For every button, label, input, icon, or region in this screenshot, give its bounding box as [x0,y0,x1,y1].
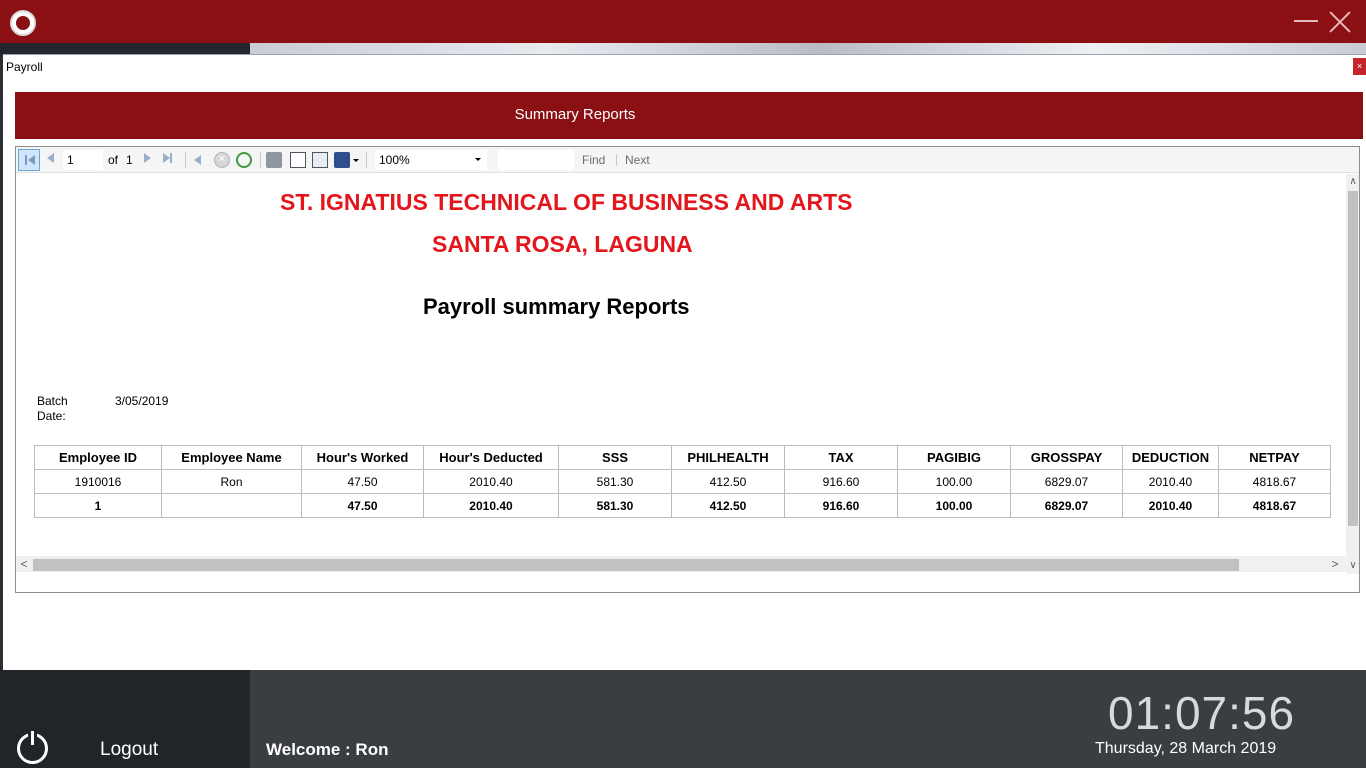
report-toolbar: of 1 ✕ [16,147,1359,173]
cell-grosspay: 6829.07 [1010,469,1123,494]
report-title: Payroll summary Reports [423,294,690,319]
cell-deduction: 2010.40 [1122,469,1219,494]
summary-banner: Summary Reports [15,92,1363,139]
column-header: PHILHEALTH [671,445,785,470]
page-setup-icon[interactable] [312,152,328,168]
school-name: ST. IGNATIUS TECHNICAL OF BUSINESS AND A… [280,189,853,215]
column-header: TAX [784,445,898,470]
batch-date-label: Batch Date: [37,394,68,423]
find-input[interactable] [498,150,574,170]
last-page-button[interactable] [160,151,176,169]
title-bar [0,0,1366,43]
welcome-text: Welcome : Ron [266,740,389,759]
total-sss: 581.30 [558,493,672,518]
column-header: Hour's Worked [301,445,424,470]
column-header: NETPAY [1218,445,1331,470]
first-page-button[interactable] [18,149,40,171]
zoom-select[interactable]: 100% [375,150,487,170]
column-header: GROSSPAY [1010,445,1123,470]
cell-netpay: 4818.67 [1218,469,1331,494]
next-page-button[interactable] [140,151,154,169]
school-logo-icon [10,10,36,36]
total-grosspay: 6829.07 [1010,493,1123,518]
find-separator [616,154,617,166]
cell-employee-name: Ron [161,469,302,494]
column-header: Employee ID [34,445,162,470]
total-name [161,493,302,518]
total-pagibig: 100.00 [897,493,1011,518]
total-deduction: 2010.40 [1122,493,1219,518]
app-window: Payroll × Summary Reports of 1 [0,0,1366,768]
column-header: Employee Name [161,445,302,470]
scroll-left-icon[interactable]: < [18,557,30,571]
find-link[interactable]: Find [582,153,605,167]
export-dropdown-icon[interactable] [353,159,359,162]
scroll-up-icon[interactable]: ∧ [1348,176,1358,188]
report-page: ST. IGNATIUS TECHNICAL OF BUSINESS AND A… [16,174,1346,574]
total-count: 1 [34,493,162,518]
column-header: DEDUCTION [1122,445,1219,470]
banner-title: Summary Reports [514,106,636,123]
print-layout-icon[interactable] [290,152,306,168]
column-header: PAGIBIG [897,445,1011,470]
scroll-down-icon[interactable]: ∨ [1348,560,1358,572]
totals-row: 1 47.50 2010.40 581.30 412.50 916.60 100… [34,493,1331,518]
vertical-scrollbar[interactable]: ∧ ∨ [1346,174,1359,574]
cell-hours-worked: 47.50 [301,469,424,494]
horizontal-scrollbar[interactable]: < > [16,556,1346,572]
of-label: of [108,153,119,167]
batch-date-value: 3/05/2019 [115,394,169,408]
school-location: SANTA ROSA, LAGUNA [432,231,693,257]
previous-page-button[interactable] [44,151,58,169]
total-hours-deducted: 2010.40 [423,493,559,518]
back-icon[interactable] [192,152,208,168]
table-row: 1910016 Ron 47.50 2010.40 581.30 412.50 … [34,469,1331,494]
column-header: SSS [558,445,672,470]
print-icon[interactable] [266,152,282,168]
report-viewer: of 1 ✕ [15,146,1360,593]
vertical-scroll-thumb[interactable] [1348,191,1358,526]
total-netpay: 4818.67 [1218,493,1331,518]
horizontal-scroll-thumb[interactable] [33,559,1239,571]
chevron-down-icon [475,158,481,161]
cell-tax: 916.60 [784,469,898,494]
find-next-link[interactable]: Next [625,153,650,167]
refresh-icon[interactable] [236,152,252,168]
scroll-right-icon[interactable]: > [1329,557,1341,571]
stop-icon[interactable]: ✕ [214,152,230,168]
total-philhealth: 412.50 [671,493,785,518]
close-icon[interactable] [1326,8,1354,36]
logout-button[interactable]: Logout [100,739,158,761]
cell-pagibig: 100.00 [897,469,1011,494]
payroll-dialog: Payroll × Summary Reports of 1 [3,54,1366,670]
zoom-value: 100% [379,153,410,167]
cell-sss: 581.30 [558,469,672,494]
clock: 01:07:56 [1108,687,1296,739]
summary-table: Employee ID Employee Name Hour's Worked … [34,445,1331,518]
table-header-row: Employee ID Employee Name Hour's Worked … [34,445,1331,470]
date-text: Thursday, 28 March 2019 [1095,740,1277,757]
dialog-close-button[interactable]: × [1353,58,1366,75]
cell-philhealth: 412.50 [671,469,785,494]
page-total: 1 [126,153,133,167]
minimize-icon[interactable] [1294,20,1318,22]
page-number-input[interactable] [63,150,103,170]
cell-employee-id: 1910016 [34,469,162,494]
column-header: Hour's Deducted [423,445,559,470]
dialog-title: Payroll [6,60,43,74]
cell-hours-deducted: 2010.40 [423,469,559,494]
power-icon[interactable] [17,730,48,764]
total-tax: 916.60 [784,493,898,518]
total-hours-worked: 47.50 [301,493,424,518]
export-icon[interactable] [334,152,350,168]
